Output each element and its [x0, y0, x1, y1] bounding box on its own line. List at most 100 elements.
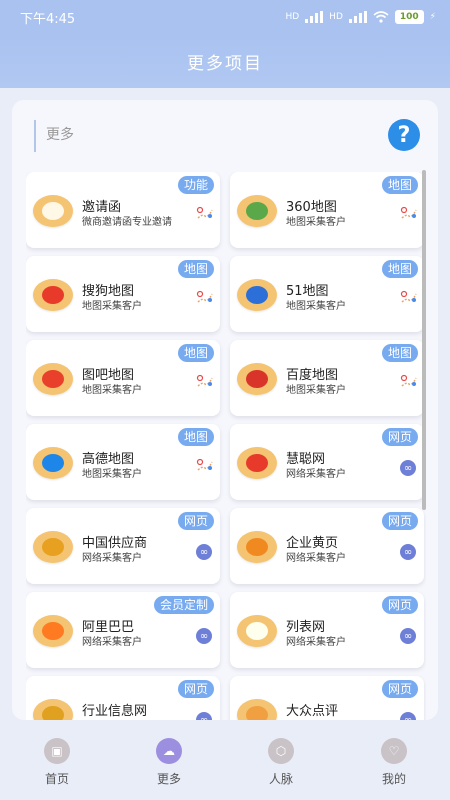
category-tag: 网页 — [381, 428, 418, 446]
huicong-icon — [237, 447, 277, 479]
map-pin-icon[interactable] — [400, 204, 418, 222]
status-indicators: HD HD 100 ⚡ — [285, 10, 436, 24]
map-pin-icon[interactable] — [196, 456, 214, 474]
card-subtitle: 网络采集客户 — [82, 553, 142, 564]
link-icon[interactable]: ∞ — [400, 712, 416, 720]
logo-mark — [42, 706, 64, 720]
project-card[interactable]: 地图 搜狗地图 地图采集客户 — [26, 256, 220, 332]
category-tag: 会员定制 — [153, 596, 214, 614]
map-pin-icon[interactable] — [400, 372, 418, 390]
question-icon[interactable]: ? — [388, 119, 420, 151]
liebiao-icon — [237, 615, 277, 647]
sogou-map-icon — [33, 279, 73, 311]
logo-mark — [246, 538, 268, 556]
project-card[interactable]: 地图 51地图 地图采集客户 — [230, 256, 424, 332]
more-icon: ☁ — [156, 738, 182, 764]
search-input[interactable]: 更多 — [46, 124, 74, 144]
signal-bars-icon-2 — [348, 11, 367, 23]
card-subtitle: 地图采集客户 — [286, 385, 346, 396]
category-tag: 网页 — [177, 512, 214, 530]
search-cursor — [34, 120, 40, 152]
projects-panel: 更多 ? 功能 邀请函 微商邀请函专业邀请 地图 360地图 地图采集客户 地图 搜狗地图 地图… — [12, 100, 438, 720]
map-pin-icon[interactable] — [400, 288, 418, 306]
baidu-map-icon — [237, 363, 277, 395]
project-card[interactable]: 地图 高德地图 地图采集客户 — [26, 424, 220, 500]
category-tag: 功能 — [177, 176, 214, 194]
project-card[interactable]: 功能 邀请函 微商邀请函专业邀请 — [26, 172, 220, 248]
signal-icon-2: HD — [329, 12, 343, 22]
logo-mark — [246, 286, 268, 304]
tab-bar: ▣ 首页 ☁ 更多 ⬡ 人脉 ♡ 我的 — [0, 730, 450, 800]
logo-mark — [42, 538, 64, 556]
category-tag: 地图 — [381, 176, 418, 194]
card-subtitle: 网络采集客户 — [82, 637, 142, 648]
card-title: 行业信息网 — [82, 704, 148, 719]
project-card[interactable]: 网页 列表网 网络采集客户 ∞ — [230, 592, 424, 668]
logo-mark — [246, 706, 268, 720]
project-card[interactable]: 网页 中国供应商 网络采集客户 ∞ — [26, 508, 220, 584]
link-icon[interactable]: ∞ — [196, 712, 212, 720]
tab-label: 更多 — [156, 772, 181, 786]
project-card[interactable]: 网页 大众点评 ∞ — [230, 676, 424, 720]
industry-icon — [33, 699, 73, 720]
project-card[interactable]: 地图 图吧地图 地图采集客户 — [26, 340, 220, 416]
link-icon[interactable]: ∞ — [400, 628, 416, 644]
tab-label: 我的 — [381, 772, 406, 786]
status-time: 下午4:45 — [20, 11, 76, 27]
link-icon[interactable]: ∞ — [400, 544, 416, 560]
logo-mark — [246, 454, 268, 472]
link-icon[interactable]: ∞ — [400, 460, 416, 476]
card-subtitle: 地图采集客户 — [286, 217, 346, 228]
card-subtitle: 地图采集客户 — [82, 469, 142, 480]
dianping-icon — [237, 699, 277, 720]
china-supplier-icon — [33, 531, 73, 563]
project-card[interactable]: 地图 百度地图 地图采集客户 — [230, 340, 424, 416]
card-subtitle: 网络采集客户 — [286, 553, 346, 564]
card-subtitle: 地图采集客户 — [286, 301, 346, 312]
link-icon[interactable]: ∞ — [196, 628, 212, 644]
tab-home[interactable]: ▣ 首页 — [27, 738, 87, 794]
logo-mark — [42, 370, 64, 388]
profile-icon: ♡ — [381, 738, 407, 764]
card-subtitle: 地图采集客户 — [82, 301, 142, 312]
project-card[interactable]: 网页 企业黄页 网络采集客户 ∞ — [230, 508, 424, 584]
yellow-pages-icon — [237, 531, 277, 563]
scrollbar[interactable] — [422, 170, 426, 510]
link-icon[interactable]: ∞ — [196, 544, 212, 560]
category-tag: 网页 — [381, 512, 418, 530]
logo-mark — [42, 202, 64, 220]
category-tag: 地图 — [381, 260, 418, 278]
360-map-icon — [237, 195, 277, 227]
contacts-icon: ⬡ — [268, 738, 294, 764]
tab-contacts[interactable]: ⬡ 人脉 — [251, 738, 311, 794]
gaode-map-icon — [33, 447, 73, 479]
tab-profile[interactable]: ♡ 我的 — [364, 738, 424, 794]
category-tag: 网页 — [381, 680, 418, 698]
tab-label: 首页 — [44, 772, 69, 786]
tuba-map-icon — [33, 363, 73, 395]
card-subtitle: 地图采集客户 — [82, 385, 142, 396]
logo-mark — [246, 370, 268, 388]
category-tag: 网页 — [381, 596, 418, 614]
tab-more[interactable]: ☁ 更多 — [139, 738, 199, 794]
project-card[interactable]: 网页 慧聪网 网络采集客户 ∞ — [230, 424, 424, 500]
card-subtitle: 网络采集客户 — [286, 469, 346, 480]
category-tag: 地图 — [177, 344, 214, 362]
logo-mark — [42, 454, 64, 472]
project-card[interactable]: 网页 行业信息网 ∞ — [26, 676, 220, 720]
project-card[interactable]: 地图 360地图 地图采集客户 — [230, 172, 424, 248]
card-subtitle: 微商邀请函专业邀请 — [82, 217, 172, 228]
status-bar: 下午4:45 HD HD 100 ⚡ — [0, 0, 450, 34]
map-pin-icon[interactable] — [196, 372, 214, 390]
wifi-icon — [373, 11, 389, 23]
category-tag: 地图 — [381, 344, 418, 362]
battery-icon: 100 — [394, 10, 424, 24]
logo-mark — [42, 286, 64, 304]
signal-icon: HD — [285, 12, 300, 22]
map-pin-icon[interactable] — [196, 288, 214, 306]
signal-bars-icon — [305, 11, 324, 23]
tab-label: 人脉 — [268, 772, 293, 786]
page-title: 更多项目 — [187, 53, 263, 74]
map-pin-icon[interactable] — [196, 204, 214, 222]
project-card[interactable]: 会员定制 阿里巴巴 网络采集客户 ∞ — [26, 592, 220, 668]
